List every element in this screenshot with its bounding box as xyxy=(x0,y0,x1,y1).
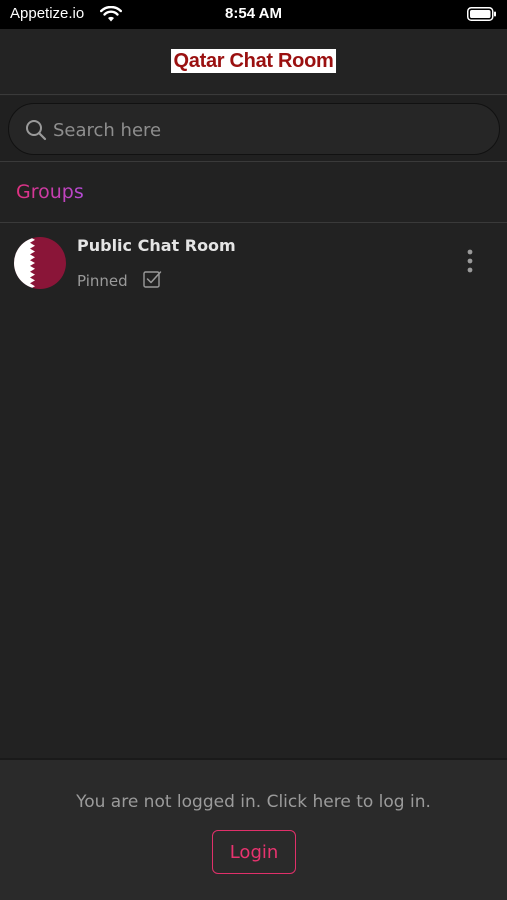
battery-icon xyxy=(467,7,496,21)
groups-title: Groups xyxy=(16,181,84,203)
groups-header: Groups xyxy=(0,163,507,223)
pinned-label: Pinned xyxy=(77,272,128,290)
status-time: 8:54 AM xyxy=(225,5,282,22)
app-title-logo: Qatar Chat Room xyxy=(170,49,337,73)
search-input[interactable] xyxy=(53,117,483,143)
status-bar: Appetize.io 8:54 AM xyxy=(0,0,507,29)
search-section xyxy=(0,96,507,162)
search-box[interactable] xyxy=(8,103,500,155)
list-item-public-chat-room[interactable]: Public Chat Room Pinned xyxy=(0,224,507,304)
login-footer: You are not logged in. Click here to log… xyxy=(0,758,507,900)
pinned-check-icon xyxy=(143,271,162,288)
more-options-icon[interactable] xyxy=(460,248,480,274)
group-list-empty-area xyxy=(0,304,507,758)
group-title: Public Chat Room xyxy=(77,236,236,255)
qatar-flag-avatar xyxy=(14,237,66,289)
app-header: Qatar Chat Room xyxy=(0,29,507,95)
login-button[interactable]: Login xyxy=(212,830,296,874)
search-icon xyxy=(26,120,47,141)
not-logged-in-message[interactable]: You are not logged in. Click here to log… xyxy=(0,792,507,812)
